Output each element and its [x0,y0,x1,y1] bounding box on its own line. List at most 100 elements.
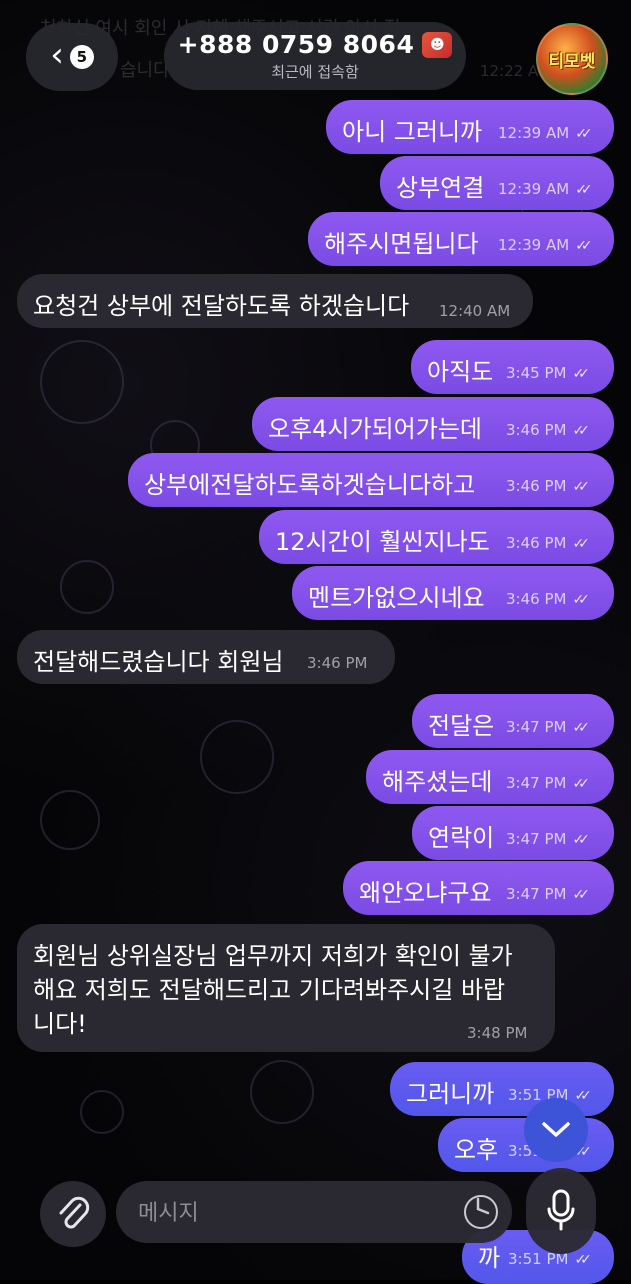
message-text: 해주셨는데 [382,768,493,796]
message-bubble-incoming[interactable]: 전달해드렸습니다 회원님 3:46 PM [17,630,395,684]
message-time: 3:46 PM ✓✓ [506,477,590,495]
message-time: 12:40 AM [439,302,511,320]
message-text-line: 니다! [33,1010,87,1038]
message-time: 3:47 PM ✓✓ [506,830,590,848]
double-check-icon: ✓✓ [572,832,590,848]
attach-button[interactable] [40,1181,106,1247]
message-bubble-outgoing[interactable]: 해주시면됩니다 12:39 AM ✓✓ [308,212,614,266]
message-time: 3:46 PM ✓✓ [506,534,590,552]
chevron-down-icon [542,1122,570,1137]
message-text: 연락이 [428,824,495,852]
paperclip-icon [59,1196,90,1229]
message-text: 멘트가없으시네요 [308,584,485,612]
message-time-text: 3:45 PM [506,364,567,382]
message-time-text: 12:39 AM [498,236,570,254]
double-check-icon: ✓✓ [574,1088,592,1104]
contact-emoji-icon: ☻ [422,31,453,58]
message-bubble-outgoing[interactable]: 상부에전달하도록하겟습니다하고 3:46 PM ✓✓ [128,453,614,507]
message-time: 3:46 PM ✓✓ [506,421,590,439]
double-check-icon: ✓✓ [572,776,590,792]
message-time-text: 3:47 PM [506,718,567,736]
message-time-text: 12:39 AM [498,124,570,142]
message-text: 12시간이 훨씬지나도 [275,528,490,556]
message-bubble-outgoing[interactable]: 12시간이 훨씬지나도 3:46 PM ✓✓ [259,510,614,564]
sticker-icon [476,1197,490,1215]
message-bubble-outgoing[interactable]: 멘트가없으시네요 3:46 PM ✓✓ [292,566,614,620]
double-check-icon: ✓✓ [574,1252,592,1268]
message-bubble-incoming[interactable]: 요청건 상부에 전달하도록 하겠습니다 12:40 AM [17,274,533,328]
chevron-left-icon: ‹ [50,35,64,75]
message-time-text: 3:46 PM [506,421,567,439]
message-time-text: 3:46 PM [506,477,567,495]
scroll-to-bottom-button[interactable] [524,1098,588,1162]
message-text: 아니 그러니까 [342,118,483,146]
message-bubble-outgoing[interactable]: 아직도 3:45 PM ✓✓ [411,340,614,394]
double-check-icon: ✓✓ [572,366,590,382]
message-time: 12:39 AM ✓✓ [498,180,593,198]
message-bubble-outgoing[interactable]: 왜안오냐구요 3:47 PM ✓✓ [343,861,614,915]
message-text: 전달해드렸습니다 회원님 [33,648,284,676]
message-time: 3:48 PM [467,1024,528,1042]
message-time-text: 3:47 PM [506,885,567,903]
message-text: 오후4시가되어가는데 [268,415,482,443]
double-check-icon: ✓✓ [572,423,590,439]
message-input[interactable] [136,1191,460,1235]
message-text: 오후 [454,1136,499,1164]
message-input-container [116,1181,512,1243]
wallpaper-doodle [40,340,124,424]
message-text-line: 해요 저희도 전달해드리고 기다려봐주시길 바랍 [33,976,506,1004]
message-bubble-outgoing[interactable]: 그러니까 3:51 PM ✓✓ [390,1062,614,1116]
sticker-button[interactable] [464,1195,498,1229]
wallpaper-doodle [250,1060,314,1124]
double-check-icon: ✓✓ [575,238,593,254]
message-time: 3:46 PM [307,654,368,672]
message-text: 그러니까 [406,1080,495,1108]
message-bubble-outgoing[interactable]: 오후4시가되어가는데 3:46 PM ✓✓ [252,397,614,451]
message-bubble-incoming[interactable]: 회원님 상위실장님 업무까지 저희가 확인이 불가 해요 저희도 전달해드리고 … [17,924,555,1052]
wallpaper-doodle [200,720,274,794]
wallpaper-doodle [40,790,100,850]
voice-record-button[interactable] [526,1168,596,1254]
message-text-line: 회원님 상위실장님 업무까지 저희가 확인이 불가 [33,942,513,970]
message-text: 전달은 [428,712,495,740]
message-text: 상부에전달하도록하겟습니다하고 [144,471,476,499]
double-check-icon: ✓✓ [572,887,590,903]
message-time: 3:51 PM✓✓ [508,1250,592,1268]
message-time: 3:45 PM ✓✓ [506,364,590,382]
message-text: 까 [478,1244,501,1272]
double-check-icon: ✓✓ [572,592,590,608]
double-check-icon: ✓✓ [572,479,590,495]
double-check-icon: ✓✓ [575,126,593,142]
message-bubble-outgoing[interactable]: 아니 그러니까 12:39 AM ✓✓ [326,100,614,154]
message-time: 12:39 AM ✓✓ [498,124,593,142]
wallpaper-doodle [80,1090,124,1134]
message-text: 상부연결 [396,174,485,202]
message-bubble-outgoing[interactable]: 해주셨는데 3:47 PM ✓✓ [366,750,614,804]
message-time: 12:39 AM ✓✓ [498,236,593,254]
microphone-icon [547,1189,575,1231]
chat-title[interactable]: +888 0759 8064 ☻ 최근에 접속함 [164,22,466,90]
avatar-logo-text: 티모벳 [548,51,596,72]
scrolled-message-line: 습니다 [120,60,170,81]
message-time-text: 3:46 PM [506,590,567,608]
message-time: 3:47 PM ✓✓ [506,885,590,903]
last-seen-status: 최근에 접속함 [271,63,359,81]
message-time: 3:47 PM ✓✓ [506,718,590,736]
message-bubble-outgoing[interactable]: 상부연결 12:39 AM ✓✓ [380,156,614,210]
message-time-text: 3:47 PM [506,774,567,792]
back-button[interactable]: ‹ 5 [26,23,118,91]
unread-count-badge: 5 [69,45,94,69]
message-time-text: 3:46 PM [506,534,567,552]
message-bubble-outgoing[interactable]: 전달은 3:47 PM ✓✓ [412,694,614,748]
message-text: 해주시면됩니다 [324,230,479,258]
message-time-text: 3:47 PM [506,830,567,848]
double-check-icon: ✓✓ [572,720,590,736]
contact-name: +888 0759 8064 [177,30,415,59]
message-time-text: 12:39 AM [498,180,570,198]
wallpaper-doodle [60,560,114,614]
avatar[interactable]: 티모벳 [536,23,608,95]
message-bubble-outgoing[interactable]: 연락이 3:47 PM ✓✓ [412,806,614,860]
message-text: 아직도 [427,358,494,386]
message-time: 3:47 PM ✓✓ [506,774,590,792]
message-text: 요청건 상부에 전달하도록 하겠습니다 [33,292,410,320]
